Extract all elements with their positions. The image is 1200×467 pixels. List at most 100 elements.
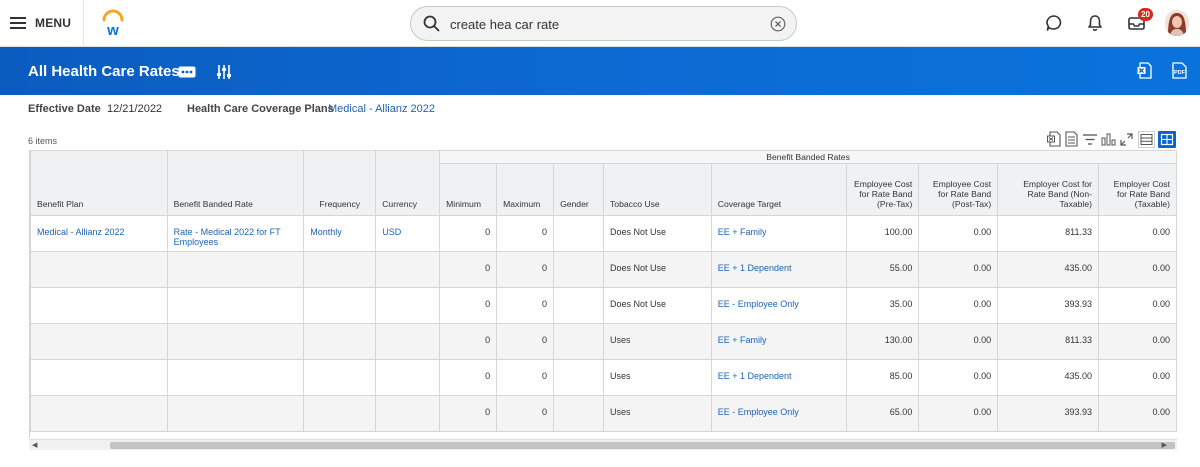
er-nontax-cell: 393.93 [997, 395, 1099, 432]
frequency-link[interactable]: Monthly [303, 215, 377, 252]
tobacco-cell: Uses [603, 359, 712, 396]
grid-view-icon[interactable] [1158, 131, 1176, 148]
minimum-cell: 0 [439, 251, 498, 288]
item-count: 6 items [28, 136, 58, 146]
tobacco-cell: Uses [603, 395, 712, 432]
benefit-plan-link[interactable]: Medical - Allianz 2022 [30, 215, 168, 252]
ee-posttax-cell: 0.00 [918, 395, 999, 432]
bell-icon[interactable] [1087, 14, 1103, 32]
clear-icon[interactable] [770, 16, 786, 32]
chat-icon[interactable] [1045, 14, 1063, 32]
coverage-plan-link[interactable]: Medical - Allianz 2022 [328, 103, 435, 115]
export-pdf-icon[interactable]: PDF [1172, 62, 1187, 79]
minimum-cell: 0 [439, 215, 498, 252]
scrollbar-thumb[interactable] [110, 442, 1175, 449]
col-maximum[interactable]: Maximum [496, 163, 555, 216]
banded-rate-cell [166, 359, 305, 396]
scroll-right-icon[interactable]: ▶ [1162, 440, 1167, 451]
banded-rate-cell [166, 251, 305, 288]
maximum-cell: 0 [496, 215, 555, 252]
filter-sliders-icon[interactable] [216, 64, 232, 80]
er-tax-cell: 0.00 [1097, 251, 1177, 288]
banded-rate-cell [166, 323, 305, 360]
avatar[interactable] [1165, 10, 1189, 36]
maximum-cell: 0 [496, 287, 555, 324]
col-er-cost-taxable[interactable]: Employer Cost for Rate Band (Taxable) [1097, 163, 1177, 216]
coverage-target-link[interactable]: EE - Employee Only [710, 395, 848, 432]
table-view-icon[interactable] [1138, 131, 1155, 148]
svg-text:w: w [106, 22, 119, 37]
tobacco-cell: Uses [603, 323, 712, 360]
er-nontax-cell: 435.00 [997, 359, 1099, 396]
print-pdf-icon[interactable] [1065, 131, 1078, 147]
export-excel-icon[interactable] [1137, 62, 1152, 79]
currency-cell [375, 287, 441, 324]
coverage-target-link[interactable]: EE + 1 Dependent [710, 251, 848, 288]
currency-cell [375, 395, 441, 432]
gender-cell [553, 251, 605, 288]
er-nontax-cell: 393.93 [997, 287, 1099, 324]
filter-icon[interactable] [1083, 134, 1097, 145]
table-row: 0 0 Uses EE + Family 130.00 0.00 811.33 … [30, 323, 1177, 360]
ee-pretax-cell: 35.00 [846, 287, 920, 324]
er-tax-cell: 0.00 [1097, 395, 1177, 432]
search-input[interactable]: create hea car rate [450, 17, 559, 32]
coverage-target-link[interactable]: EE + 1 Dependent [710, 359, 848, 396]
coverage-target-link[interactable]: EE - Employee Only [710, 287, 848, 324]
fullscreen-icon[interactable] [1120, 133, 1133, 146]
gender-cell [553, 287, 605, 324]
table-row: Medical - Allianz 2022 Rate - Medical 20… [30, 215, 1177, 252]
benefit-plan-cell [30, 359, 168, 396]
col-currency[interactable]: Currency [375, 150, 441, 216]
table-row: 0 0 Uses EE - Employee Only 65.00 0.00 3… [30, 395, 1177, 432]
coverage-target-link[interactable]: EE + Family [710, 323, 848, 360]
workday-logo[interactable]: w [101, 9, 125, 37]
er-tax-cell: 0.00 [1097, 215, 1177, 252]
er-nontax-cell: 811.33 [997, 215, 1099, 252]
col-benefit-plan[interactable]: Benefit Plan [30, 150, 168, 216]
maximum-cell: 0 [496, 323, 555, 360]
col-gender[interactable]: Gender [553, 163, 605, 216]
chart-icon[interactable] [1101, 133, 1116, 146]
ee-posttax-cell: 0.00 [918, 251, 999, 288]
col-ee-cost-pretax[interactable]: Employee Cost for Rate Band (Pre-Tax) [846, 163, 920, 216]
col-ee-cost-posttax[interactable]: Employee Cost for Rate Band (Post-Tax) [918, 163, 999, 216]
gender-cell [553, 215, 605, 252]
er-nontax-cell: 811.33 [997, 323, 1099, 360]
search-bar[interactable]: create hea car rate [410, 6, 797, 41]
ee-posttax-cell: 0.00 [918, 287, 999, 324]
ee-posttax-cell: 0.00 [918, 323, 999, 360]
col-er-cost-nontaxable[interactable]: Employer Cost for Rate Band (Non-Taxable… [997, 163, 1099, 216]
menu-label: MENU [35, 16, 72, 30]
col-coverage-target[interactable]: Coverage Target [710, 163, 848, 216]
effective-date-value: 12/21/2022 [107, 103, 163, 115]
scroll-left-icon[interactable]: ◀ [32, 440, 37, 451]
horizontal-scrollbar[interactable]: ◀ ▶ [29, 439, 1177, 450]
hamburger-icon [10, 17, 26, 29]
benefit-plan-cell [30, 323, 168, 360]
col-frequency[interactable]: Frequency [303, 150, 377, 216]
col-benefit-banded-rate[interactable]: Benefit Banded Rate [166, 150, 305, 216]
banded-rate-link[interactable]: Rate - Medical 2022 for FT Employees [166, 215, 305, 252]
maximum-cell: 0 [496, 251, 555, 288]
benefit-plan-cell [30, 395, 168, 432]
minimum-cell: 0 [439, 323, 498, 360]
benefit-plan-cell [30, 287, 168, 324]
table-row: 0 0 Does Not Use EE - Employee Only 35.0… [30, 287, 1177, 324]
ee-pretax-cell: 100.00 [846, 215, 920, 252]
export-excel-icon[interactable] [1047, 131, 1061, 147]
related-actions-button[interactable] [178, 66, 196, 78]
col-tobacco-use[interactable]: Tobacco Use [603, 163, 712, 216]
tobacco-cell: Does Not Use [603, 215, 712, 252]
col-minimum[interactable]: Minimum [439, 163, 498, 216]
tobacco-cell: Does Not Use [603, 251, 712, 288]
currency-link[interactable]: USD [375, 215, 441, 252]
frequency-cell [303, 395, 377, 432]
coverage-target-link[interactable]: EE + Family [710, 215, 848, 252]
gender-cell [553, 323, 605, 360]
menu-button[interactable]: MENU [10, 13, 71, 33]
notification-badge: 20 [1138, 8, 1153, 21]
effective-date-label: Effective Date [28, 103, 101, 115]
search-icon [423, 15, 440, 32]
minimum-cell: 0 [439, 395, 498, 432]
